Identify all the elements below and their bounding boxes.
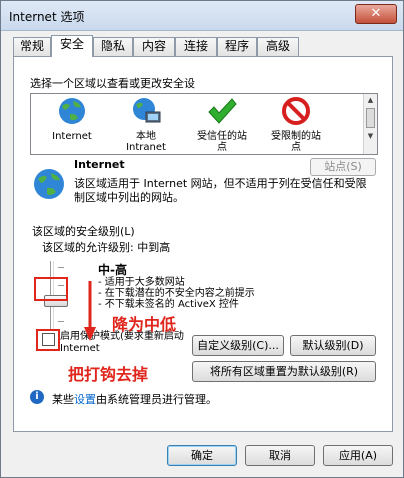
scroll-up-arrow[interactable]: ▲ <box>364 94 377 106</box>
security-level-title: 该区域的安全级别(L) <box>32 225 135 238</box>
allowed-level-text: 该区域的允许级别: 中到高 <box>42 241 171 254</box>
tab-connections[interactable]: 连接 <box>175 37 217 56</box>
reset-all-zones-button[interactable]: 将所有区域重置为默认级别(R) <box>192 361 376 382</box>
level-bullet: - 适用于大多数网站 <box>98 277 185 288</box>
intranet-icon <box>133 98 161 123</box>
uncheck-annotation: 把打钩去掉 <box>68 365 149 384</box>
zone-description: 该区域适用于 Internet 网站，但不适用于列在受信任和受限制区域中列出的网… <box>74 177 367 204</box>
level-name: 中-高 <box>98 263 127 277</box>
slider-tick <box>58 321 64 322</box>
tab-general[interactable]: 常规 <box>13 37 51 56</box>
level-bullets: - 适用于大多数网站 - 在下载潜在的不安全内容之前提示 - 不下载未签名的 A… <box>98 277 255 310</box>
custom-level-button[interactable]: 自定义级别(C)... <box>192 335 284 356</box>
window-title: Internet 选项 <box>9 10 85 24</box>
cancel-button[interactable]: 取消 <box>245 445 315 466</box>
scroll-thumb[interactable] <box>366 108 375 128</box>
internet-options-window: Internet 选项 ✕ 常规 安全 隐私 内容 连接 程序 高级 选择一个区… <box>0 0 404 478</box>
admin-info-text: 某些设置由系统管理员进行管理。 <box>52 393 217 406</box>
level-bullet: - 在下载潜在的不安全内容之前提示 <box>98 288 255 299</box>
zone-caption: 选择一个区域以查看或更改安全设 <box>30 77 195 90</box>
slider-tick <box>58 267 64 268</box>
lower-level-annotation: 降为中低 <box>112 315 177 334</box>
close-button[interactable]: ✕ <box>355 4 397 24</box>
ok-button[interactable]: 确定 <box>167 445 237 466</box>
restricted-icon <box>282 97 310 125</box>
security-level-group: 该区域的安全级别(L) 该区域的允许级别: 中到高 中-高 - 适用于大多数网站… <box>28 223 378 333</box>
scroll-down-arrow[interactable]: ▼ <box>364 130 377 142</box>
zone-trusted[interactable]: 受信任的站 点 <box>187 96 257 153</box>
down-arrow-icon <box>84 281 96 341</box>
apply-button[interactable]: 应用(A) <box>323 445 393 466</box>
level-bullet: - 不下载未签名的 ActiveX 控件 <box>98 299 239 310</box>
globe-icon <box>59 98 85 124</box>
tab-content[interactable]: 内容 <box>133 37 175 56</box>
tab-programs[interactable]: 程序 <box>217 37 257 56</box>
zone-scrollbar[interactable]: ▲ ▼ <box>363 94 377 154</box>
settings-link[interactable]: 设置 <box>74 393 96 406</box>
zone-intranet[interactable]: 本地 Intranet <box>111 96 181 153</box>
tab-advanced[interactable]: 高级 <box>257 37 299 56</box>
selected-zone-title: Internet <box>74 158 125 171</box>
zone-restricted[interactable]: 受限制的站 点 <box>261 96 331 153</box>
protected-mode-checkbox[interactable] <box>42 333 55 346</box>
zone-label: Internet <box>52 131 92 142</box>
security-panel: 选择一个区域以查看或更改安全设 Internet 本地 Intranet 受信任… <box>13 56 393 432</box>
tab-privacy[interactable]: 隐私 <box>93 37 133 56</box>
zone-list: Internet 本地 Intranet 受信任的站 点 受限制的站 点 ▲ ▼ <box>30 93 378 155</box>
info-icon: i <box>30 390 44 404</box>
default-level-button[interactable]: 默认级别(D) <box>290 335 376 356</box>
zone-label: 受信任的站 点 <box>197 131 247 153</box>
tab-security[interactable]: 安全 <box>51 35 93 57</box>
zone-label: 本地 Intranet <box>126 131 166 153</box>
sites-button[interactable]: 站点(S) <box>310 158 376 176</box>
slider-highlight <box>34 277 68 301</box>
zone-label: 受限制的站 点 <box>271 131 321 153</box>
title-bar: Internet 选项 ✕ <box>1 1 403 31</box>
trusted-check-icon <box>208 98 237 124</box>
selected-zone-globe-icon <box>34 169 64 199</box>
zone-internet[interactable]: Internet <box>37 96 107 142</box>
